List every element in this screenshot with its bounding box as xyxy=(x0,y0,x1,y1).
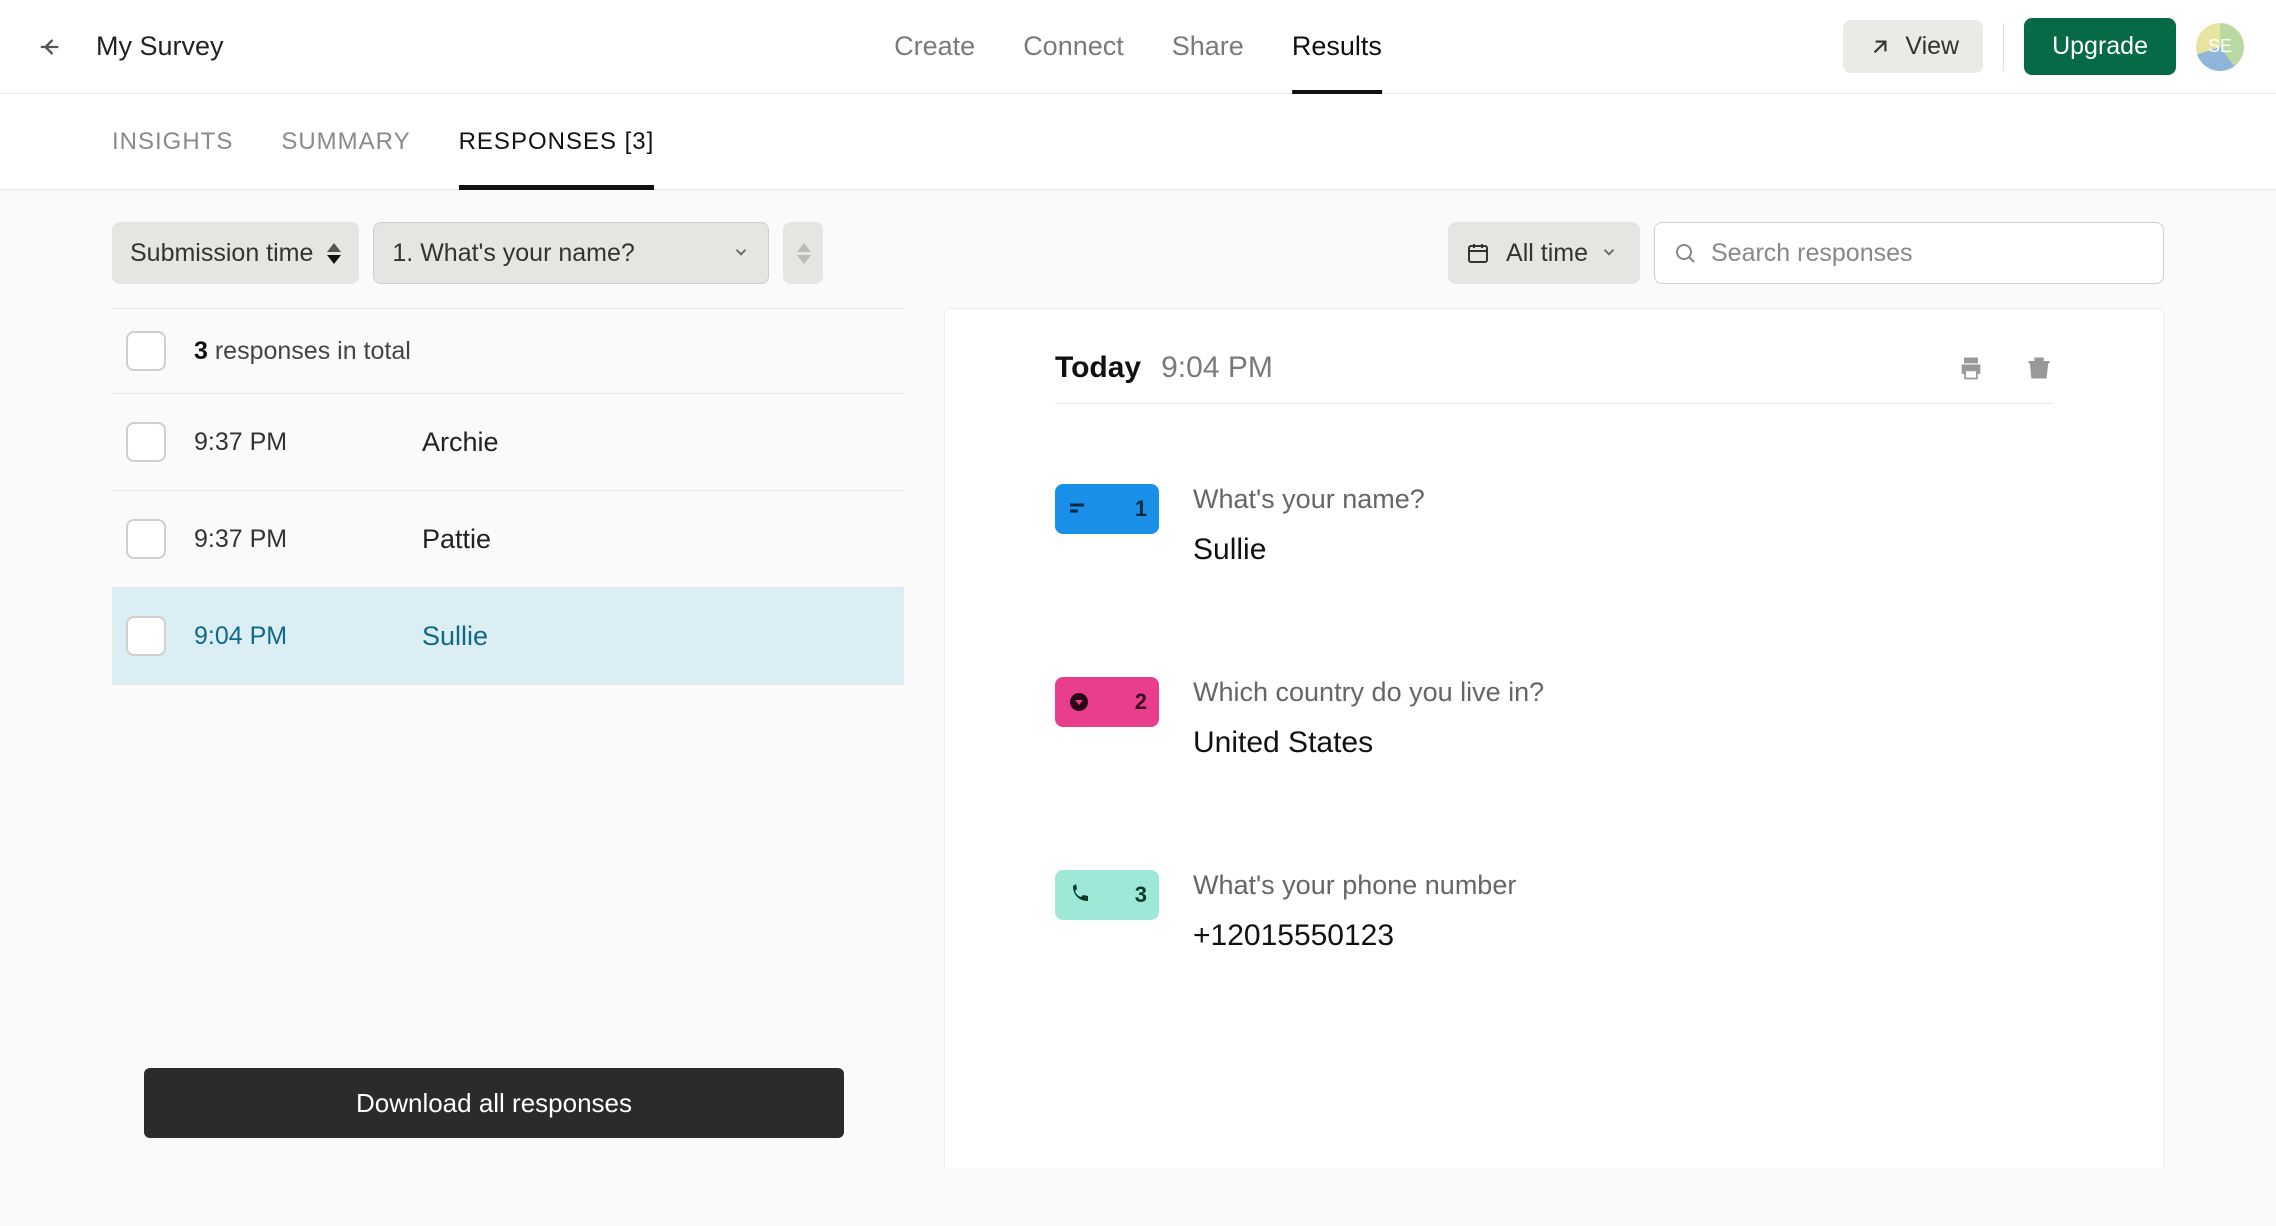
response-row[interactable]: 9:37 PM Archie xyxy=(112,394,904,491)
question-number: 2 xyxy=(1135,689,1147,715)
external-link-icon xyxy=(1867,34,1893,60)
row-time: 9:04 PM xyxy=(194,622,394,651)
tab-share[interactable]: Share xyxy=(1172,0,1244,94)
row-checkbox[interactable] xyxy=(126,519,166,559)
sort-arrows-icon xyxy=(797,243,811,264)
search-icon xyxy=(1673,241,1697,265)
avatar[interactable]: SE xyxy=(2196,23,2244,71)
dropdown-icon xyxy=(1067,690,1091,714)
question-badge: 1 xyxy=(1055,484,1159,534)
question-text: Which country do you live in? xyxy=(1193,677,1544,708)
detail-actions xyxy=(1957,354,2053,382)
question-number: 1 xyxy=(1135,496,1147,522)
row-name: Sullie xyxy=(422,621,488,652)
row-checkbox[interactable] xyxy=(126,616,166,656)
download-all-button[interactable]: Download all responses xyxy=(144,1068,844,1138)
list-header: 3 responses in total xyxy=(112,308,904,394)
filter-toolbar: Submission time 1. What's your name? All… xyxy=(0,190,2276,308)
select-all-checkbox[interactable] xyxy=(126,331,166,371)
question-badge: 2 xyxy=(1055,677,1159,727)
tab-connect[interactable]: Connect xyxy=(1023,0,1124,94)
trash-icon[interactable] xyxy=(2025,354,2053,382)
row-checkbox[interactable] xyxy=(126,422,166,462)
content-area: Submission time 1. What's your name? All… xyxy=(0,190,2276,1226)
response-row[interactable]: 9:04 PM Sullie xyxy=(112,588,904,685)
answer-block: 3 What's your phone number +12015550123 xyxy=(1055,870,2053,953)
answer-block: 2 Which country do you live in? United S… xyxy=(1055,677,2053,760)
detail-time: 9:04 PM xyxy=(1161,351,1273,385)
response-row[interactable]: 9:37 PM Pattie xyxy=(112,491,904,588)
main-columns: 3 responses in total 9:37 PM Archie 9:37… xyxy=(0,308,2276,1168)
question-badge: 3 xyxy=(1055,870,1159,920)
question-text: What's your phone number xyxy=(1193,870,1516,901)
secondary-sort-button[interactable] xyxy=(783,222,823,284)
response-detail: Today 9:04 PM 1 What's your name? Sullie xyxy=(944,308,2164,1168)
subtab-summary[interactable]: Summary xyxy=(281,94,410,190)
top-bar: My Survey Create Connect Share Results V… xyxy=(0,0,2276,94)
tab-create[interactable]: Create xyxy=(894,0,975,94)
view-button[interactable]: View xyxy=(1843,20,1983,73)
row-name: Pattie xyxy=(422,524,491,555)
detail-header: Today 9:04 PM xyxy=(1055,351,2053,404)
sort-arrows-icon xyxy=(327,243,341,264)
print-icon[interactable] xyxy=(1957,354,1985,382)
row-time: 9:37 PM xyxy=(194,428,394,457)
phone-icon xyxy=(1067,883,1091,907)
subtab-insights[interactable]: Insights xyxy=(112,94,233,190)
main-nav-tabs: Create Connect Share Results xyxy=(894,0,1382,94)
date-filter-dropdown[interactable]: All time xyxy=(1448,222,1640,284)
upgrade-button[interactable]: Upgrade xyxy=(2024,18,2176,75)
arrow-left-icon xyxy=(35,33,63,61)
detail-date: Today xyxy=(1055,351,1141,385)
response-count: 3 responses in total xyxy=(194,337,411,366)
view-button-label: View xyxy=(1905,32,1959,61)
chevron-down-icon xyxy=(1600,239,1622,268)
question-filter-dropdown[interactable]: 1. What's your name? xyxy=(373,222,769,284)
question-number: 3 xyxy=(1135,882,1147,908)
response-list: 3 responses in total 9:37 PM Archie 9:37… xyxy=(112,308,904,1168)
answer-text: United States xyxy=(1193,726,1544,760)
answers-list: 1 What's your name? Sullie 2 Which count… xyxy=(1055,404,2053,953)
answer-text: +12015550123 xyxy=(1193,919,1516,953)
sort-by-label: Submission time xyxy=(130,239,313,268)
calendar-icon xyxy=(1466,241,1490,265)
answer-block: 1 What's your name? Sullie xyxy=(1055,484,2053,567)
subtab-responses[interactable]: Responses [3] xyxy=(459,94,655,190)
divider xyxy=(2003,23,2004,71)
search-box[interactable] xyxy=(1654,222,2164,284)
page-title: My Survey xyxy=(96,31,224,62)
date-filter-value: All time xyxy=(1506,239,1588,268)
answer-text: Sullie xyxy=(1193,533,1425,567)
question-filter-value: 1. What's your name? xyxy=(392,239,634,268)
question-text: What's your name? xyxy=(1193,484,1425,515)
download-wrap: Download all responses xyxy=(112,1048,904,1168)
row-time: 9:37 PM xyxy=(194,525,394,554)
chevron-down-icon xyxy=(732,239,750,268)
search-input[interactable] xyxy=(1711,239,2145,268)
tab-results[interactable]: Results xyxy=(1292,0,1382,94)
row-name: Archie xyxy=(422,427,499,458)
sub-tabs: Insights Summary Responses [3] xyxy=(0,94,2276,190)
topbar-actions: View Upgrade SE xyxy=(1843,18,2244,75)
text-icon xyxy=(1067,497,1091,521)
sort-by-dropdown[interactable]: Submission time xyxy=(112,222,359,284)
back-button[interactable] xyxy=(32,30,66,64)
